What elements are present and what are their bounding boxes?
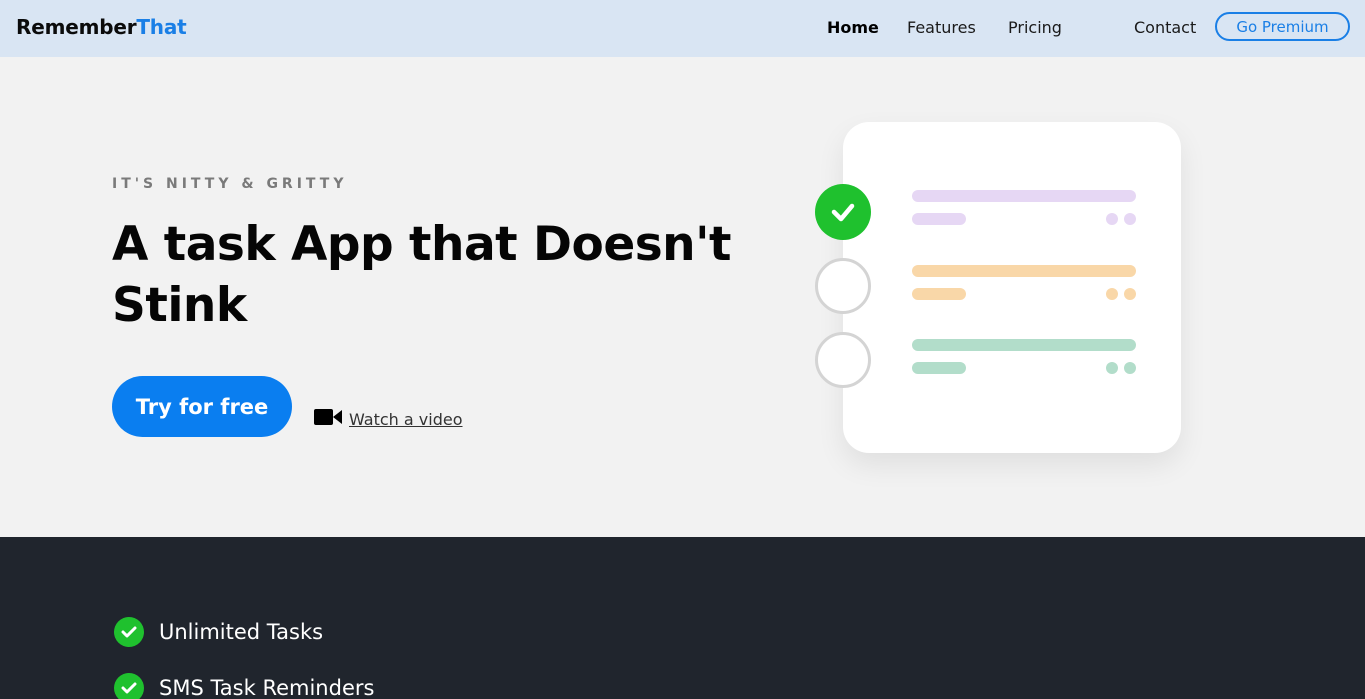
nav-link-contact[interactable]: Contact	[1134, 18, 1196, 37]
task-dot	[1106, 288, 1118, 300]
watch-video-link[interactable]: Watch a video	[349, 410, 463, 429]
brand-logo[interactable]: RememberThat	[16, 15, 187, 39]
task-dot	[1106, 213, 1118, 225]
task-line	[912, 265, 1136, 277]
brand-logo-accent: That	[136, 15, 187, 39]
try-for-free-button[interactable]: Try for free	[112, 376, 292, 437]
top-navigation-bar: RememberThat Home Features Pricing Conta…	[0, 0, 1365, 57]
task-dot	[1124, 288, 1136, 300]
video-camera-icon[interactable]	[314, 408, 342, 426]
check-circle-icon	[114, 617, 144, 647]
go-premium-button[interactable]: Go Premium	[1215, 12, 1350, 41]
task-subline	[912, 288, 966, 300]
check-circle-icon	[114, 673, 144, 699]
feature-label: Unlimited Tasks	[159, 620, 324, 644]
task-incomplete-circle	[815, 332, 871, 388]
feature-item: Unlimited Tasks	[114, 617, 323, 647]
task-complete-circle	[815, 184, 871, 240]
hero-eyebrow: IT'S NITTY & GRITTY	[112, 176, 348, 192]
task-dot	[1124, 362, 1136, 374]
task-dot	[1106, 362, 1118, 374]
task-subline	[912, 362, 966, 374]
task-subline	[912, 213, 966, 225]
task-line	[912, 190, 1136, 202]
nav-link-home[interactable]: Home	[827, 18, 879, 37]
task-incomplete-circle	[815, 258, 871, 314]
brand-logo-primary: Remember	[16, 15, 137, 39]
hero-headline: A task App that Doesn't Stink	[112, 217, 731, 333]
nav-link-pricing[interactable]: Pricing	[1008, 18, 1062, 37]
task-line	[912, 339, 1136, 351]
task-dot	[1124, 213, 1136, 225]
feature-item: SMS Task Reminders	[114, 673, 374, 699]
checkmark-icon	[831, 203, 855, 222]
task-card	[843, 122, 1181, 453]
feature-label: SMS Task Reminders	[159, 676, 375, 699]
nav-link-features[interactable]: Features	[907, 18, 976, 37]
